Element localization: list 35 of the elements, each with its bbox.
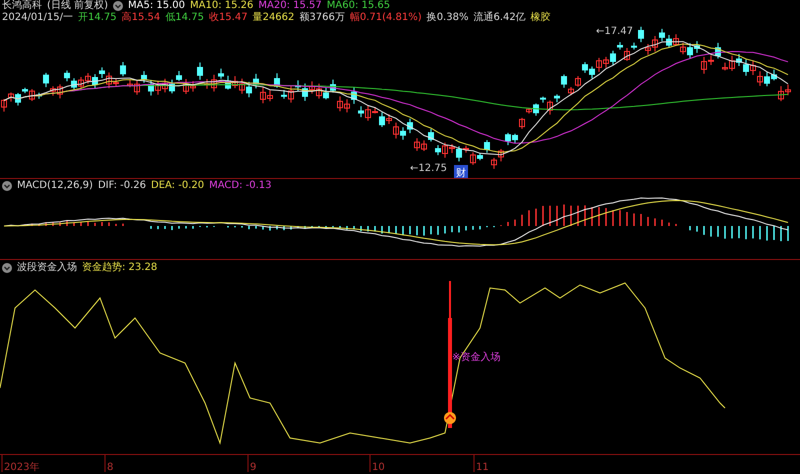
event-badge[interactable]: 财 <box>454 165 468 178</box>
macd-value: MACD(12,26,9) <box>17 180 93 192</box>
moving-average-value: MA5: 15.00 <box>128 0 185 12</box>
moving-average-value: MA10: 15.26 <box>190 0 254 12</box>
quote-value: 低14.75 <box>165 12 204 24</box>
dropdown-icon[interactable] <box>2 263 12 273</box>
period-label: (日线 前复权) <box>47 0 108 12</box>
dropdown-icon[interactable] <box>112 1 123 11</box>
time-axis-label: 2023年 <box>4 462 40 473</box>
signal-marker-icon <box>444 412 456 424</box>
quote-value: 幅0.71(4.81%) <box>350 12 422 24</box>
time-axis-label: 8 <box>107 462 114 473</box>
time-axis-label: 10 <box>372 462 385 473</box>
signal-label: ※资金入场 <box>452 352 500 363</box>
indicator-value: 波段资金入场 <box>17 262 77 274</box>
quote-value: 量24662 <box>252 12 294 24</box>
quote-value: 换0.38% <box>426 12 468 24</box>
quote-value: 收15.47 <box>208 12 248 24</box>
macd-value: DIF: -0.26 <box>98 180 146 192</box>
high-price-label: ←17.47 <box>596 26 634 37</box>
time-axis-label: 9 <box>250 462 256 473</box>
low-price-label: ←12.75 <box>410 163 448 174</box>
quote-value: 开14.75 <box>78 12 117 24</box>
macd-value: MACD: -0.13 <box>209 180 272 192</box>
quote-value: 橡胶 <box>530 12 551 24</box>
moving-average-value: MA20: 15.57 <box>258 0 322 12</box>
macd-value: DEA: -0.20 <box>151 180 204 192</box>
indicator-value: 资金趋势: 23.28 <box>82 262 158 274</box>
quote-date: 2024/01/15/一 <box>2 12 74 24</box>
moving-average-value: MA60: 15.65 <box>326 0 390 12</box>
quote-value: 高15.54 <box>122 12 160 24</box>
quote-value: 额3766万 <box>299 12 345 24</box>
quote-value: 流通6.42亿 <box>473 12 526 24</box>
time-axis-label: 11 <box>476 462 489 473</box>
dropdown-icon[interactable] <box>2 181 12 191</box>
